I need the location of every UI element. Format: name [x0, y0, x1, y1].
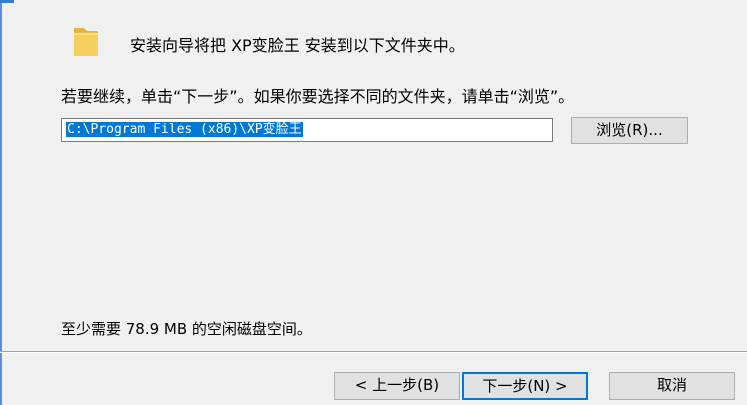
- browse-button[interactable]: 浏览(R)...: [571, 117, 688, 144]
- destination-folder-input[interactable]: C:\Program Files (x86)\XP变脸王: [61, 118, 553, 142]
- back-button[interactable]: < 上一步(B): [334, 372, 460, 400]
- disk-space-required: 至少需要 78.9 MB 的空闲磁盘空间。: [61, 320, 312, 338]
- window-left-border: [0, 0, 2, 405]
- folder-icon: [72, 24, 100, 58]
- header-message: 安装向导将把 XP变脸王 安装到以下文件夹中。: [130, 36, 465, 55]
- destination-folder-value: C:\Program Files (x86)\XP变脸王: [66, 122, 303, 137]
- footer-separator: [0, 351, 747, 353]
- window-corner-accent: [0, 0, 14, 3]
- next-button[interactable]: 下一步(N) >: [462, 372, 588, 400]
- cancel-button[interactable]: 取消: [609, 372, 735, 400]
- instruction-text: 若要继续，单击“下一步”。如果你要选择不同的文件夹，请单击“浏览”。: [61, 87, 575, 106]
- installer-dialog: 安装向导将把 XP变脸王 安装到以下文件夹中。 若要继续，单击“下一步”。如果你…: [0, 0, 747, 405]
